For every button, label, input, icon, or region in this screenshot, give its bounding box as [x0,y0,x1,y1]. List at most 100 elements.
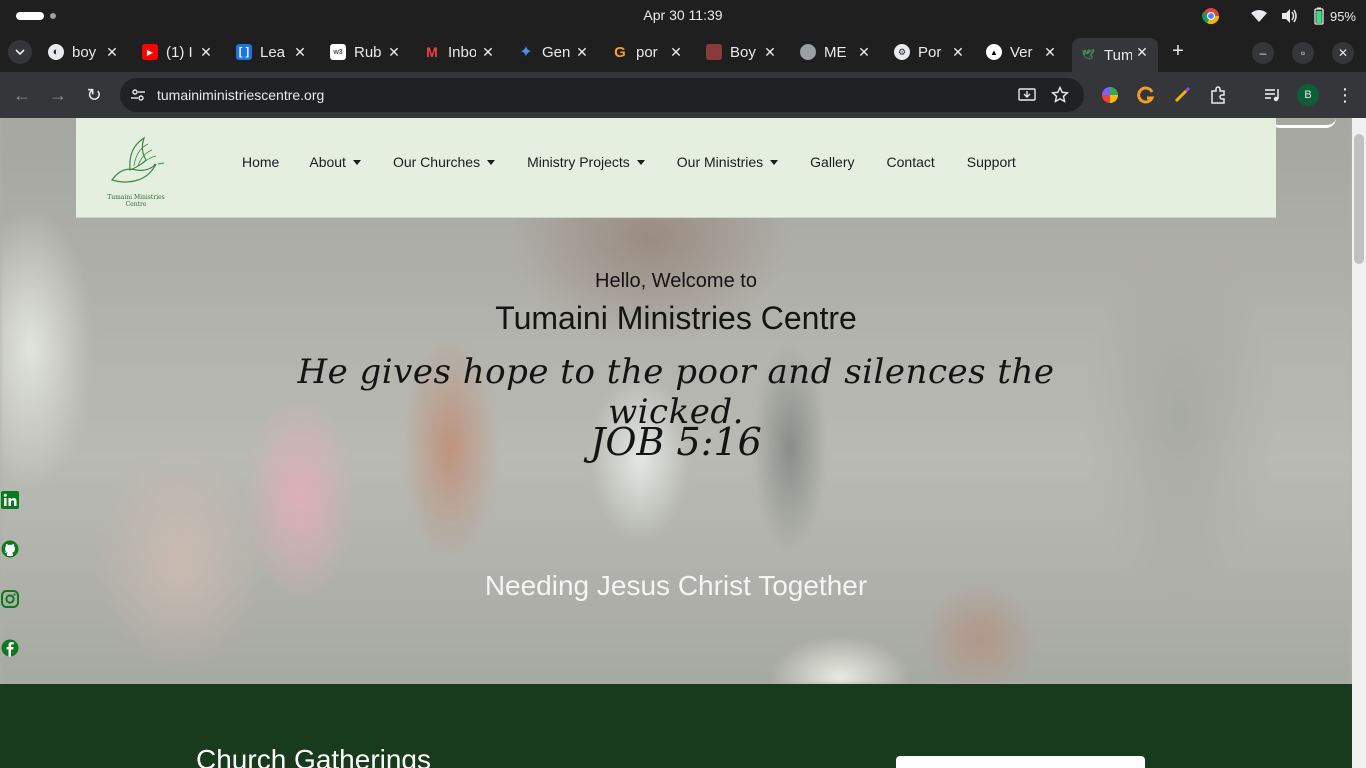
nav-label: Contact [886,154,935,170]
github-link[interactable] [0,539,20,559]
minimize-button[interactable]: – [1252,42,1274,64]
tab-label: (1) I [166,43,193,61]
close-icon[interactable]: ✕ [1042,44,1058,60]
tab-label: ME [824,43,847,61]
close-window-button[interactable]: ✕ [1332,42,1354,64]
bookmark-star-icon[interactable] [1051,86,1069,104]
media-controls-icon[interactable] [1263,86,1281,104]
dove-logo-icon [111,136,165,183]
gathering-card[interactable] [896,756,1145,768]
extensions-puzzle-icon[interactable] [1209,86,1227,104]
close-icon[interactable]: ✕ [950,44,966,60]
section-heading: Church Gatherings [196,744,432,768]
tab-label: Inbo [448,43,476,61]
color-extension-icon[interactable] [1101,86,1119,104]
nav-ministry-projects[interactable]: Ministry Projects [527,154,645,170]
caret-down-icon [636,159,645,165]
back-button[interactable]: ← [11,84,33,106]
close-icon[interactable]: ✕ [386,44,402,60]
linkedin-icon [1,491,19,509]
address-bar[interactable]: tumainiministriescentre.org [120,78,1084,112]
page-scrollbar[interactable] [1352,118,1366,768]
site-header: Tumaini Ministries Centre Home About Our… [76,118,1276,218]
tab-strip: ◐ boy ✕ ▶ (1) I ✕ [ ] Lea ✕ w3 Rub ✕ M I… [0,32,1366,72]
grammarly-extension-icon[interactable] [1137,86,1155,104]
nav-about[interactable]: About [309,154,361,170]
tab-search-button[interactable] [8,40,32,64]
workspace-dot[interactable] [50,13,56,19]
linkedin-link[interactable] [0,490,20,510]
wifi-icon [1250,7,1268,25]
tab-youtube[interactable]: ▶ (1) I ✕ [142,38,214,66]
nav-contact[interactable]: Contact [887,154,935,170]
site-settings-icon[interactable] [130,87,146,103]
chevron-down-icon [15,49,25,56]
system-tray[interactable]: 95% [1202,6,1356,26]
caret-down-icon [352,159,361,165]
profile-avatar[interactable]: B [1297,84,1319,106]
forward-button[interactable]: → [47,84,69,106]
tab-label: Lea [260,43,286,61]
maximize-button[interactable]: ▫ [1292,42,1314,64]
close-icon[interactable]: ✕ [1134,44,1150,60]
nav-support[interactable]: Support [967,154,1016,170]
github-icon: ◐ [48,44,64,60]
tab-grammarly[interactable]: G por ✕ [612,38,684,66]
instagram-link[interactable] [0,589,20,609]
nav-gallery[interactable]: Gallery [810,154,854,170]
tab-label: boy [72,43,97,61]
pen-extension-icon[interactable] [1173,86,1191,104]
nav-label: Support [966,154,1016,170]
browser-toolbar: ← → ↻ tumainiministriescentre.org B ⋮ [0,72,1366,118]
rubric-icon: w3 [330,44,346,60]
tab-vercel[interactable]: ▲ Ver ✕ [986,38,1058,66]
gemini-icon: ✦ [519,44,533,61]
tab-label: Tum [1104,46,1132,64]
close-icon[interactable]: ✕ [668,44,684,60]
tab-github[interactable]: ◐ boy ✕ [48,38,120,66]
tab-rubric[interactable]: w3 Rub ✕ [330,38,402,66]
close-icon[interactable]: ✕ [104,44,120,60]
os-clock[interactable]: Apr 30 11:39 [600,7,766,23]
workspace-indicator[interactable] [16,12,44,20]
grammarly-icon: G [614,43,626,61]
tab-leetcode[interactable]: [ ] Lea ✕ [236,38,308,66]
close-icon[interactable]: ✕ [574,44,590,60]
tab-me[interactable]: ME ✕ [800,38,872,66]
site-logo[interactable]: Tumaini Ministries Centre [100,136,172,208]
hero-verse: JOB 5:16 [590,420,762,464]
battery-percent: 95% [1329,8,1356,24]
instagram-icon [1,590,19,608]
hero-motto: Needing Jesus Christ Together [484,570,868,601]
close-icon[interactable]: ✕ [762,44,778,60]
nav-our-ministries[interactable]: Our Ministries [677,154,779,170]
volume-icon [1280,7,1298,25]
tab-label: Gen [542,43,570,61]
profile-photo-icon [706,44,722,60]
nav-our-churches[interactable]: Our Churches [392,154,496,170]
tab-gmail[interactable]: M Inbo ✕ [424,38,496,66]
main-navigation: Home About Our Churches Ministry Project… [242,152,1016,172]
tab-openai[interactable]: ⚙ Por ✕ [894,38,966,66]
new-tab-button[interactable]: + [1168,41,1188,62]
tab-tumaini-active[interactable]: 🕊 Tum ✕ [1072,38,1158,72]
facebook-link[interactable] [0,638,20,658]
tab-boy[interactable]: Boy ✕ [706,38,778,66]
dove-icon: 🕊 [1081,49,1095,61]
close-icon[interactable]: ✕ [856,44,872,60]
close-icon[interactable]: ✕ [198,44,214,60]
caret-down-icon [770,159,779,165]
tab-gemini[interactable]: ✦ Gen ✕ [518,38,590,66]
browser-menu-button[interactable]: ⋮ [1336,84,1354,106]
openai-icon: ⚙ [894,44,910,60]
scrollbar-thumb[interactable] [1354,134,1364,264]
install-app-icon[interactable] [1018,86,1036,104]
nav-label: Our Churches [392,154,481,170]
nav-home[interactable]: Home [242,154,279,170]
close-icon[interactable]: ✕ [480,44,496,60]
caret-down-icon [487,159,496,165]
reload-button[interactable]: ↻ [83,84,105,106]
close-icon[interactable]: ✕ [292,44,308,60]
vercel-icon: ▲ [986,44,1002,60]
os-top-bar: Apr 30 11:39 95% [0,0,1366,32]
